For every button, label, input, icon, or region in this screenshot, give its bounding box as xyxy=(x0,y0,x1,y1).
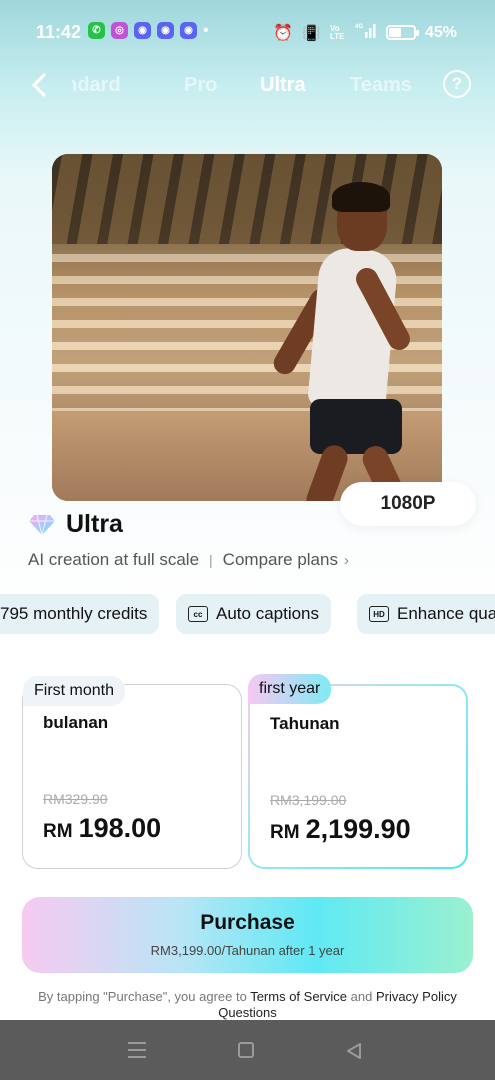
battery-icon xyxy=(385,25,419,40)
whatsapp-icon: ✆ xyxy=(88,22,105,39)
card-plan-name: bulanan xyxy=(43,713,109,732)
plan-subtitle-row: AI creation at full scale | Compare plan… xyxy=(28,550,349,570)
plan-tabs: Standard Pro Ultra Teams xyxy=(72,64,432,110)
tab-teams[interactable]: Teams xyxy=(350,74,412,97)
cc-icon: cc xyxy=(188,606,208,622)
help-button[interactable]: ? xyxy=(443,70,471,98)
plan-title-row: Ultra xyxy=(28,510,123,539)
diamond-icon xyxy=(29,514,55,535)
system-indicators: ⏰ 📳 Vo LTE 4G 45% xyxy=(273,22,457,43)
home-button[interactable] xyxy=(238,1042,254,1058)
alarm-icon: ⏰ xyxy=(273,24,294,42)
feature-chip-credits: 795 monthly credits xyxy=(0,594,160,634)
discord-icon: ◉ xyxy=(180,22,197,39)
card-old-price: RM3,199.00 xyxy=(270,792,347,808)
tab-standard[interactable]: Standard xyxy=(72,74,121,97)
separator: | xyxy=(209,552,213,568)
plan-title: Ultra xyxy=(66,510,123,538)
feature-chip-label: Auto captions xyxy=(216,604,320,623)
status-time: 11:42 xyxy=(36,22,82,42)
chevron-right-icon: › xyxy=(343,551,349,569)
feature-chips[interactable]: 795 monthly credits cc Auto captions HD … xyxy=(0,594,495,636)
compare-plans-link[interactable]: Compare plans xyxy=(223,550,338,570)
card-amount: 2,199.90 xyxy=(305,814,411,844)
vibrate-icon: 📳 xyxy=(302,24,321,42)
plan-subtitle: AI creation at full scale xyxy=(28,550,200,569)
discord-icon: ◉ xyxy=(134,22,151,39)
tab-pro[interactable]: Pro xyxy=(184,74,217,97)
plan-card-yearly[interactable]: first year Tahunan RM3,199.00 RM 2,199.9… xyxy=(248,674,468,869)
questions-link[interactable]: Questions xyxy=(218,1005,277,1020)
hd-icon: HD xyxy=(369,606,389,622)
back-button[interactable] xyxy=(22,68,56,102)
card-tag: first year xyxy=(248,674,332,704)
privacy-policy-link[interactable]: Privacy Policy xyxy=(376,989,457,1004)
feature-chip-enhance: HD Enhance quality xyxy=(357,594,495,634)
feature-chip-label: 795 monthly credits xyxy=(0,604,148,623)
card-plan-name: Tahunan xyxy=(270,714,340,733)
terms-text: By tapping "Purchase", you agree to Term… xyxy=(38,989,457,1020)
purchase-label: Purchase xyxy=(200,911,295,934)
terms-of-service-link[interactable]: Terms of Service xyxy=(250,989,347,1004)
more-dot-icon: • xyxy=(203,22,209,39)
triangle-back-icon xyxy=(347,1043,361,1059)
volte-icon: Vo LTE xyxy=(329,23,345,41)
resolution-badge: 1080P xyxy=(340,482,476,526)
plan-header: Standard Pro Ultra Teams ? xyxy=(0,64,495,110)
feature-chip-captions: cc Auto captions xyxy=(176,594,332,634)
card-currency: RM xyxy=(270,822,300,843)
signal-icon: ◎ xyxy=(111,22,128,39)
purchase-button[interactable]: Purchase RM3,199.00/Tahunan after 1 year xyxy=(22,897,473,973)
card-price: RM 2,199.90 xyxy=(270,814,411,845)
tab-ultra[interactable]: Ultra xyxy=(260,74,306,97)
battery-percent: 45% xyxy=(424,23,457,41)
purchase-subtitle: RM3,199.00/Tahunan after 1 year xyxy=(150,943,345,958)
card-amount: 198.00 xyxy=(78,813,162,843)
recent-apps-button[interactable] xyxy=(128,1042,148,1058)
card-old-price: RM329.90 xyxy=(43,791,108,807)
plan-card-monthly[interactable]: First month bulanan RM329.90 RM 198.00 xyxy=(22,676,242,869)
question-icon: ? xyxy=(451,74,463,93)
status-bar: 11:42 ✆ ◎ ◉ ◉ ◉ • ⏰ 📳 Vo LTE 4G 45% xyxy=(0,0,495,64)
notification-icons: ✆ ◎ ◉ ◉ ◉ • xyxy=(88,22,209,39)
hero-video xyxy=(52,154,442,501)
chevron-left-icon xyxy=(32,73,46,97)
card-tag: First month xyxy=(23,676,126,706)
feature-chip-label: Enhance quality xyxy=(397,604,495,623)
svg-text:4G: 4G xyxy=(355,24,363,30)
card-currency: RM xyxy=(43,821,73,842)
discord-icon: ◉ xyxy=(157,22,174,39)
signal-strength-icon: 4G xyxy=(355,22,377,43)
back-nav-button[interactable] xyxy=(345,1042,365,1062)
system-nav-bar xyxy=(0,1020,495,1080)
card-price: RM 198.00 xyxy=(43,813,161,844)
